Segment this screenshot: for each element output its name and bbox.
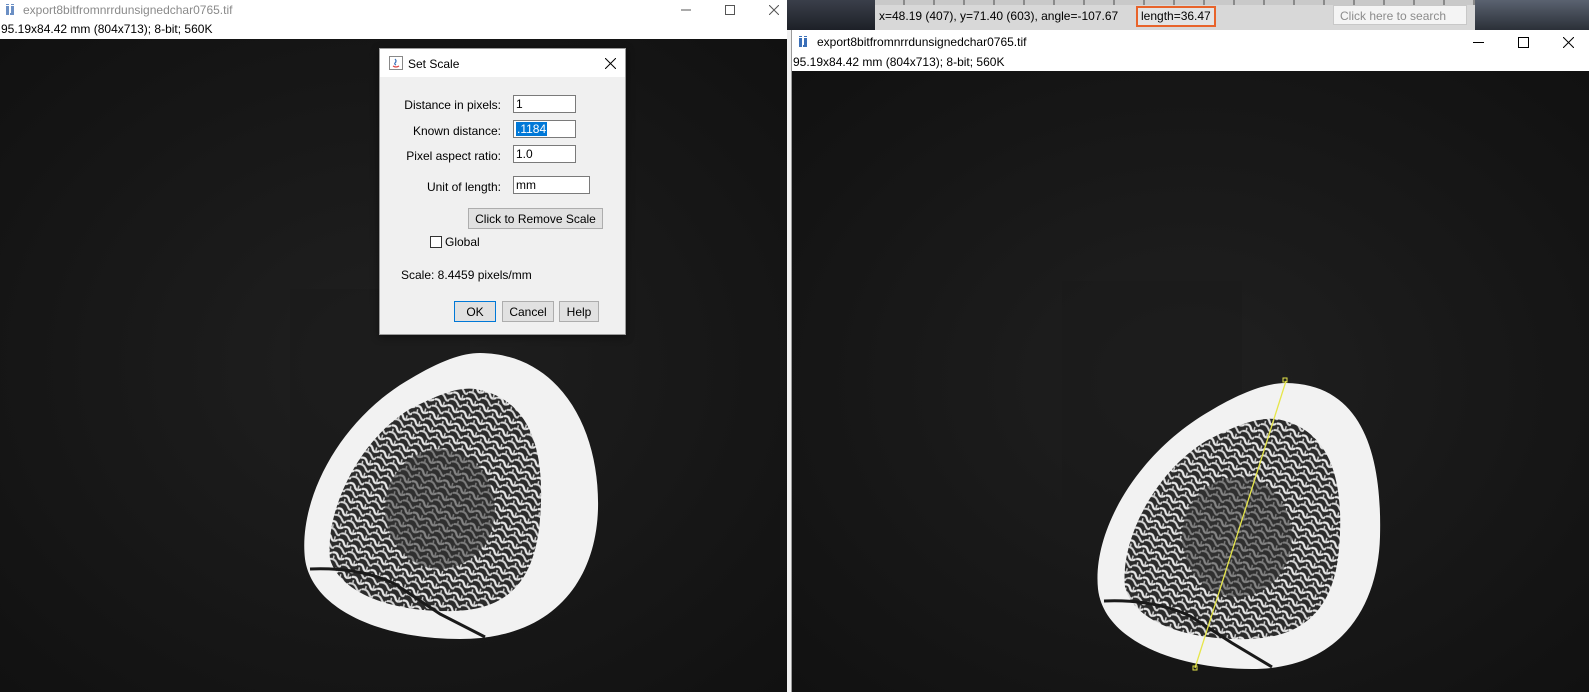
global-label: Global: [445, 235, 480, 249]
right-image-window: export8bitfromnrrdunsignedchar0765.tif 9…: [791, 30, 1589, 692]
right-window-titlebar[interactable]: export8bitfromnrrdunsignedchar0765.tif: [792, 30, 1589, 54]
imagej-toolbar-strip: x=48.19 (407), y=71.40 (603), angle=-107…: [787, 0, 1589, 30]
dialog-close-button[interactable]: [599, 53, 621, 73]
imagej-icon: [798, 35, 811, 48]
image-info: 95.19x84.42 mm (804x713); 8-bit; 560K: [1, 22, 213, 36]
close-button[interactable]: [1550, 32, 1586, 52]
desktop-background-fragment: [787, 0, 875, 30]
maximize-icon: [1517, 36, 1529, 48]
known-distance-value: .1184: [516, 122, 548, 136]
unit-length-input[interactable]: [513, 176, 590, 194]
global-checkbox[interactable]: [430, 236, 442, 248]
close-icon: [769, 5, 779, 15]
status-readout: x=48.19 (407), y=71.40 (603), angle=-107…: [879, 9, 1119, 23]
close-icon: [1562, 36, 1574, 48]
dialog-titlebar[interactable]: Set Scale: [380, 49, 625, 77]
ok-button[interactable]: OK: [454, 301, 496, 322]
scale-info: Scale: 8.4459 pixels/mm: [401, 268, 532, 282]
close-button[interactable]: [756, 0, 787, 20]
known-distance-input[interactable]: .1184: [513, 120, 576, 138]
distance-pixels-input[interactable]: [513, 95, 576, 113]
ct-slice-image: [792, 71, 1589, 692]
cancel-button[interactable]: Cancel: [502, 301, 554, 322]
image-info: 95.19x84.42 mm (804x713); 8-bit; 560K: [793, 55, 1005, 69]
imagej-icon: [5, 3, 18, 16]
minimize-button[interactable]: [668, 0, 704, 20]
length-readout: length=36.47: [1136, 6, 1216, 27]
maximize-button[interactable]: [1505, 32, 1541, 52]
set-scale-dialog: Set Scale Distance in pixels: Known dist…: [379, 48, 626, 335]
left-window-titlebar[interactable]: export8bitfromnrrdunsignedchar0765.tif: [0, 0, 787, 20]
dialog-title: Set Scale: [408, 57, 460, 71]
unit-length-label: Unit of length:: [426, 180, 501, 194]
minimize-button[interactable]: [1460, 32, 1496, 52]
known-distance-label: Known distance:: [412, 124, 501, 138]
help-button[interactable]: Help: [559, 301, 599, 322]
desktop-background-fragment-right: [1475, 0, 1589, 30]
close-icon: [604, 57, 616, 69]
distance-pixels-label: Distance in pixels:: [404, 98, 501, 112]
search-input[interactable]: Click here to search: [1333, 5, 1467, 25]
maximize-icon: [725, 5, 735, 15]
window-title: export8bitfromnrrdunsignedchar0765.tif: [817, 35, 1027, 49]
java-icon: [389, 56, 403, 70]
pixel-aspect-input[interactable]: [513, 145, 576, 163]
minimize-icon: [681, 9, 691, 11]
window-title: export8bitfromnrrdunsignedchar0765.tif: [23, 3, 233, 17]
pixel-aspect-label: Pixel aspect ratio:: [406, 149, 501, 163]
minimize-icon: [1472, 41, 1484, 43]
maximize-button[interactable]: [712, 0, 748, 20]
remove-scale-button[interactable]: Click to Remove Scale: [468, 208, 603, 229]
image-canvas[interactable]: [792, 71, 1589, 692]
